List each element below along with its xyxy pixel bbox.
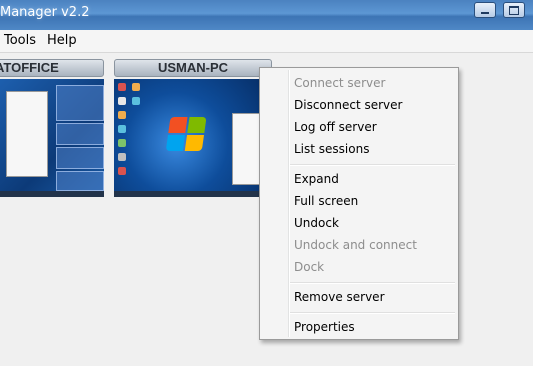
- menu-bar: Tools Help: [0, 30, 533, 53]
- desktop-icon: [118, 167, 126, 175]
- menu-undock-and-connect: Undock and connect: [294, 238, 417, 252]
- thumbnail-taskbar: [114, 191, 270, 197]
- thumbnail-taskbar: [0, 191, 104, 197]
- menu-separator: [290, 164, 455, 166]
- menu-full-screen[interactable]: Full screen: [294, 194, 358, 208]
- menu-help[interactable]: Help: [47, 33, 77, 48]
- context-menu: Connect server Disconnect server Log off…: [259, 67, 459, 340]
- windows-logo-icon: [165, 117, 208, 153]
- server-thumbnail-atoffice[interactable]: [0, 79, 104, 197]
- menu-disconnect-server[interactable]: Disconnect server: [294, 98, 402, 112]
- menu-tools[interactable]: Tools: [4, 33, 36, 48]
- menu-separator: [290, 312, 455, 314]
- menu-dock: Dock: [294, 260, 325, 274]
- window-title: Manager v2.2: [0, 5, 90, 20]
- desktop-icon: [132, 97, 140, 105]
- desktop-icon: [118, 125, 126, 133]
- menu-log-off-server[interactable]: Log off server: [294, 120, 377, 134]
- menu-undock[interactable]: Undock: [294, 216, 339, 230]
- desktop-icon: [118, 83, 126, 91]
- title-bar: Manager v2.2: [0, 0, 533, 30]
- thumbnail-window: [6, 91, 48, 177]
- menu-remove-server[interactable]: Remove server: [294, 290, 385, 304]
- menu-list-sessions[interactable]: List sessions: [294, 142, 369, 156]
- desktop-icon: [132, 83, 140, 91]
- gadget-panel: [56, 85, 104, 121]
- maximize-button[interactable]: [503, 2, 525, 18]
- desktop-icon: [118, 111, 126, 119]
- server-thumbnail-usman-pc[interactable]: [114, 79, 270, 197]
- gadget-panel: [56, 171, 104, 191]
- desktop-icon: [118, 97, 126, 105]
- menu-properties[interactable]: Properties: [294, 320, 355, 334]
- desktop-icon: [118, 153, 126, 161]
- menu-expand[interactable]: Expand: [294, 172, 339, 186]
- desktop-icon: [118, 139, 126, 147]
- menu-connect-server: Connect server: [294, 76, 386, 90]
- gadget-panel: [56, 123, 104, 145]
- menu-separator: [290, 282, 455, 284]
- server-header-atoffice[interactable]: ATOFFICE: [0, 59, 104, 77]
- gadget-panel: [56, 147, 104, 169]
- server-header-usman-pc[interactable]: USMAN-PC: [114, 59, 272, 77]
- minimize-button[interactable]: [474, 2, 496, 18]
